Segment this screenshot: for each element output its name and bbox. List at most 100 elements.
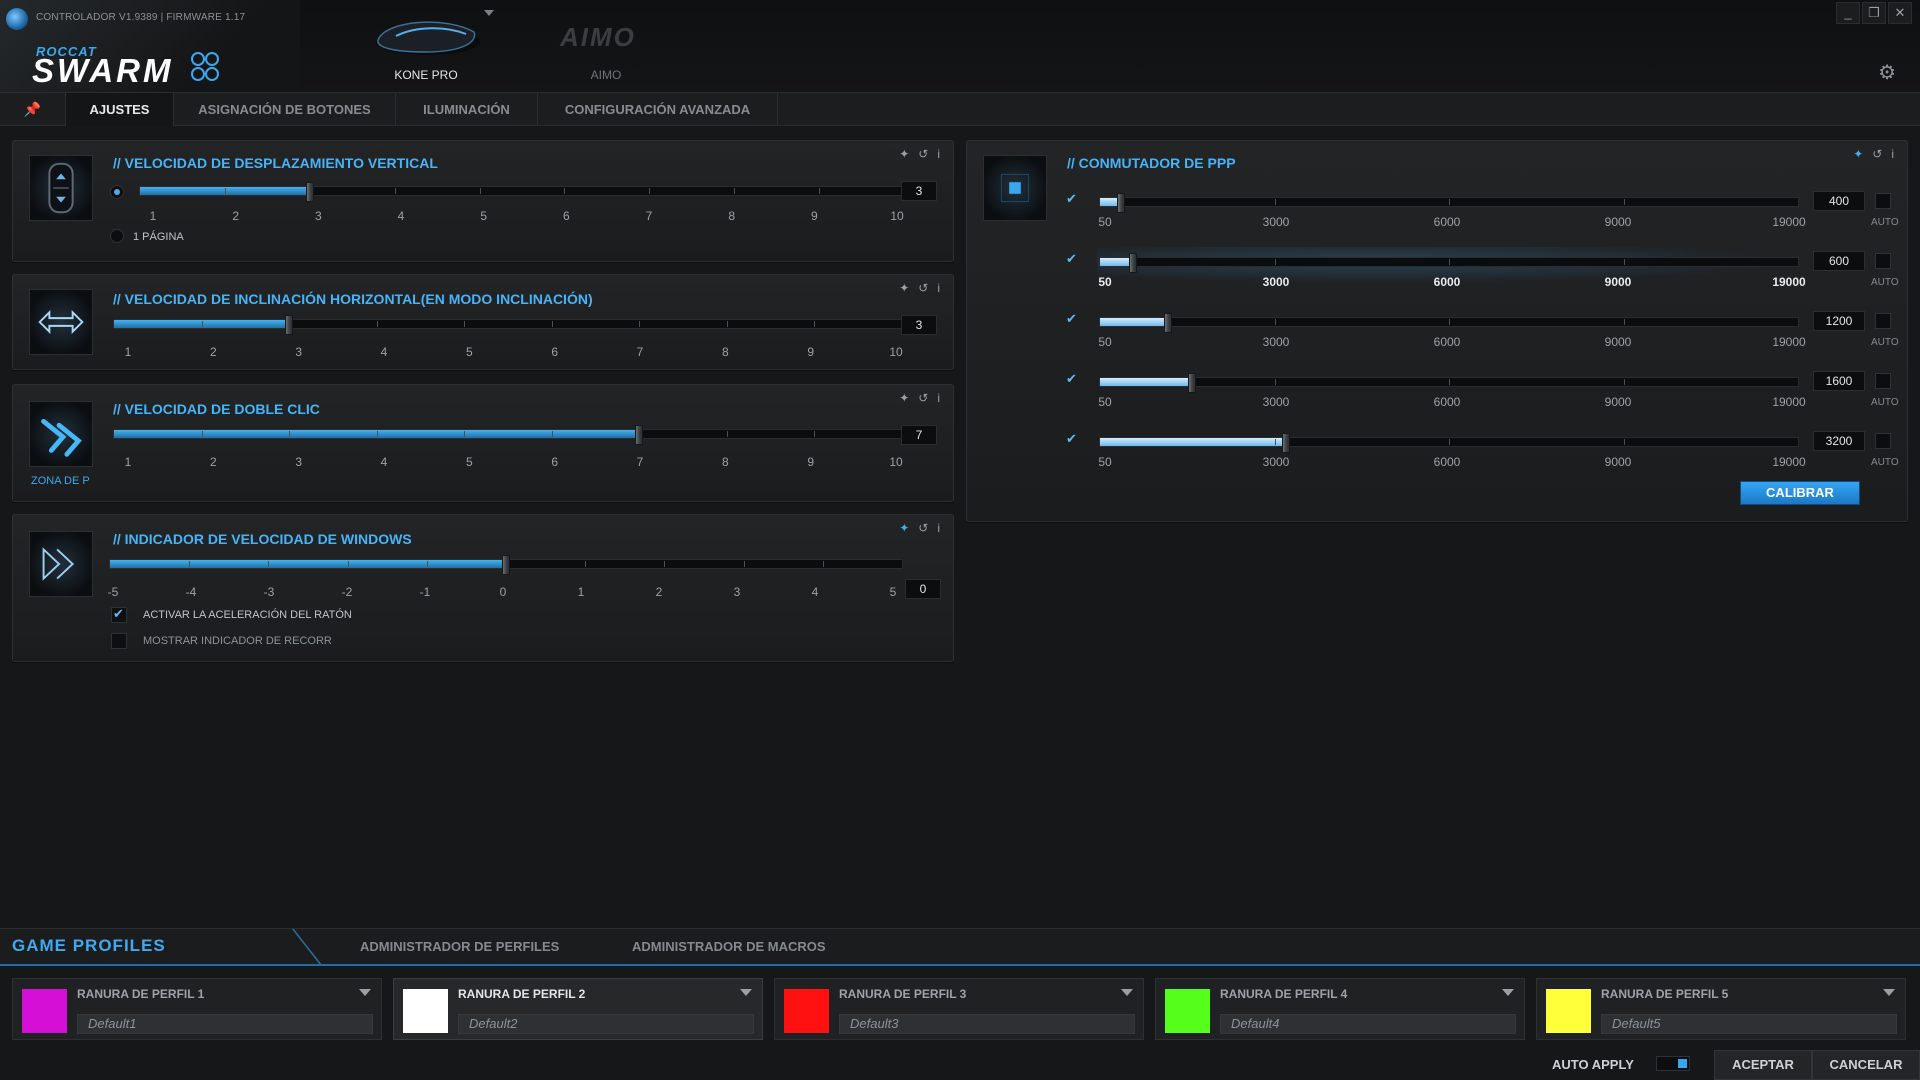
dpi-level-slider[interactable] [1099, 373, 1799, 393]
dpi-level-checkbox[interactable] [1065, 371, 1081, 389]
accept-button[interactable]: ACEPTAR [1714, 1050, 1812, 1080]
pin-icon[interactable]: ✦ [899, 391, 918, 405]
device-dropdown-icon[interactable] [484, 10, 494, 16]
cancel-button[interactable]: CANCELAR [1812, 1050, 1920, 1080]
vertical-value-box[interactable]: 3 [901, 181, 937, 201]
info-icon[interactable]: i [937, 147, 949, 161]
profile-color-swatch[interactable] [403, 989, 448, 1033]
calibrate-button[interactable]: CALIBRAR [1740, 481, 1860, 505]
reset-icon[interactable]: ↺ [1872, 147, 1891, 161]
dpi-level-slider[interactable] [1099, 433, 1799, 453]
tab-configuracion-avanzada[interactable]: CONFIGURACIÓN AVANZADA [538, 93, 778, 126]
info-icon[interactable]: i [937, 281, 949, 295]
doubleclick-value-box[interactable]: 7 [901, 425, 937, 445]
info-icon[interactable]: i [1891, 147, 1903, 161]
profile-name-input[interactable]: Default1 [77, 1014, 373, 1034]
profile-name-input[interactable]: Default4 [1220, 1014, 1516, 1034]
reset-icon[interactable]: ↺ [918, 281, 937, 295]
horizontal-tilt-slider[interactable] [113, 315, 903, 335]
profile-color-swatch[interactable] [22, 989, 67, 1033]
tab-iluminacion[interactable]: ILUMINACIÓN [396, 93, 538, 126]
settings-gear-icon[interactable]: ⚙ [1878, 60, 1896, 85]
version-label: CONTROLADOR V1.9389 | FIRMWARE 1.17 [36, 12, 246, 23]
pin-icon[interactable]: ✦ [899, 521, 918, 535]
tab-asignacion-botones[interactable]: ASIGNACIÓN DE BOTONES [174, 93, 396, 126]
pin-icon[interactable]: ✦ [899, 147, 918, 161]
profile-slot[interactable]: RANURA DE PERFIL 2 Default2 [393, 978, 763, 1040]
dpi-auto-checkbox[interactable] [1875, 313, 1891, 329]
dpi-auto-checkbox[interactable] [1875, 433, 1891, 449]
chevron-down-icon[interactable] [1883, 989, 1895, 996]
reset-icon[interactable]: ↺ [918, 147, 937, 161]
slider-handle[interactable] [1116, 193, 1125, 213]
dpi-level-slider[interactable] [1099, 193, 1799, 213]
dpi-level-checkbox[interactable] [1065, 431, 1081, 449]
reset-icon[interactable]: ↺ [918, 391, 937, 405]
reset-icon[interactable]: ↺ [918, 521, 937, 535]
tick-label: 2 [655, 585, 663, 599]
dpi-value-box[interactable]: 3200 [1813, 431, 1865, 451]
device-aimo[interactable]: AIMO AIMO [546, 18, 666, 84]
profile-color-swatch[interactable] [1546, 989, 1591, 1033]
dpi-value-box[interactable]: 1600 [1813, 371, 1865, 391]
profile-color-swatch[interactable] [784, 989, 829, 1033]
dpi-value-box[interactable]: 1200 [1813, 311, 1865, 331]
info-icon[interactable]: i [937, 391, 949, 405]
tab-pin[interactable]: 📌 [0, 93, 66, 126]
auto-apply-toggle[interactable] [1656, 1056, 1690, 1071]
profile-slot[interactable]: RANURA DE PERFIL 5 Default5 [1536, 978, 1906, 1040]
slider-handle[interactable] [1282, 433, 1291, 453]
pin-icon[interactable]: ✦ [899, 281, 918, 295]
double-click-slider[interactable] [113, 425, 903, 445]
dpi-value-box[interactable]: 600 [1813, 251, 1865, 271]
close-button[interactable]: ✕ [1888, 2, 1912, 24]
horizontal-value-box[interactable]: 3 [901, 315, 937, 335]
dpi-level-slider[interactable] [1099, 253, 1799, 273]
profile-slot[interactable]: RANURA DE PERFIL 4 Default4 [1155, 978, 1525, 1040]
chevron-down-icon[interactable] [740, 989, 752, 996]
slider-handle[interactable] [305, 182, 314, 202]
trail-checkbox[interactable] [111, 633, 127, 649]
profile-slot[interactable]: RANURA DE PERFIL 3 Default3 [774, 978, 1144, 1040]
profile-name-input[interactable]: Default5 [1601, 1014, 1897, 1034]
dpi-level-checkbox[interactable] [1065, 191, 1081, 209]
slider-handle[interactable] [1187, 373, 1196, 393]
dpi-value-box[interactable]: 400 [1813, 191, 1865, 211]
dpi-auto-checkbox[interactable] [1875, 253, 1891, 269]
dpi-auto-checkbox[interactable] [1875, 373, 1891, 389]
radio-lines[interactable] [110, 185, 124, 199]
profile-name-input[interactable]: Default2 [458, 1014, 754, 1034]
slider-handle[interactable] [502, 555, 510, 575]
slider-handle[interactable] [285, 315, 294, 335]
dpi-auto-checkbox[interactable] [1875, 193, 1891, 209]
device-kone-pro[interactable]: KONE PRO [366, 8, 486, 84]
windows-speed-slider[interactable] [109, 555, 903, 575]
dpi-tick-label: 9000 [1604, 335, 1632, 349]
chevron-down-icon[interactable] [1502, 989, 1514, 996]
dpi-tick-label: 19000 [1772, 215, 1806, 229]
pointer-speed-icon [29, 531, 93, 597]
slider-handle[interactable] [1164, 313, 1173, 333]
accel-checkbox[interactable] [111, 606, 127, 623]
dpi-level-slider[interactable] [1099, 313, 1799, 333]
vertical-scroll-slider[interactable] [139, 182, 905, 202]
profile-color-swatch[interactable] [1165, 989, 1210, 1033]
profile-name-input[interactable]: Default3 [839, 1014, 1135, 1034]
info-icon[interactable]: i [937, 521, 949, 535]
minimize-button[interactable]: _ [1836, 2, 1860, 24]
tick-label: 4 [397, 209, 405, 223]
slider-handle[interactable] [635, 425, 644, 445]
chevron-down-icon[interactable] [1121, 989, 1133, 996]
game-profiles-title[interactable]: GAME PROFILES [12, 936, 166, 956]
dpi-level-checkbox[interactable] [1065, 251, 1081, 269]
chevron-down-icon[interactable] [359, 989, 371, 996]
tab-macro-manager[interactable]: ADMINISTRADOR DE MACROS [632, 939, 826, 954]
profile-slot[interactable]: RANURA DE PERFIL 1 Default1 [12, 978, 382, 1040]
radio-page[interactable] [110, 229, 124, 243]
tab-ajustes[interactable]: AJUSTES [66, 93, 174, 126]
dpi-level-checkbox[interactable] [1065, 311, 1081, 329]
tab-profile-manager[interactable]: ADMINISTRADOR DE PERFILES [360, 939, 559, 954]
restore-button[interactable]: ❐ [1862, 2, 1886, 24]
slider-handle[interactable] [1128, 253, 1137, 273]
pin-icon[interactable]: ✦ [1853, 147, 1872, 161]
